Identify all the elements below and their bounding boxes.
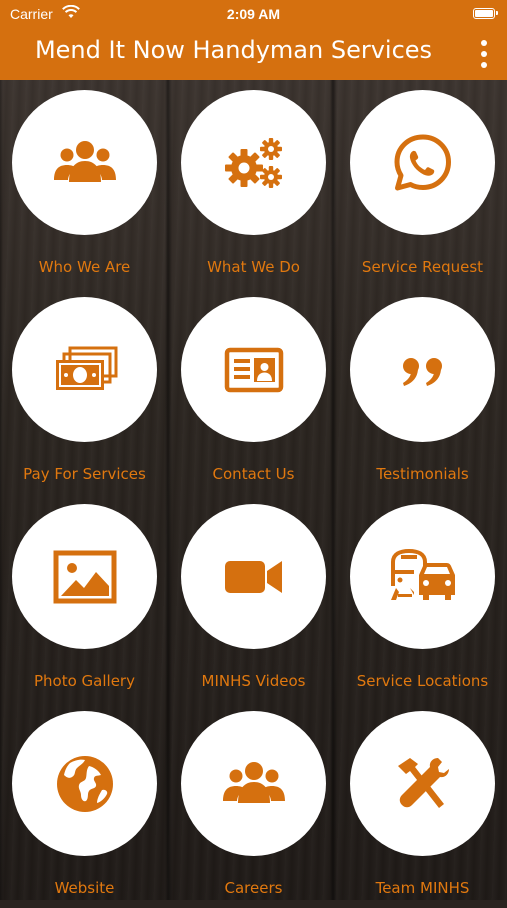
vehicles-icon xyxy=(390,548,455,600)
menu-label: What We Do xyxy=(207,258,300,276)
menu-circle[interactable] xyxy=(12,90,157,235)
people-group-icon xyxy=(222,761,285,803)
money-icon xyxy=(55,346,117,390)
menu-item-photo-gallery[interactable]: Photo Gallery xyxy=(0,494,169,701)
menu-circle[interactable] xyxy=(12,711,157,856)
menu-circle[interactable] xyxy=(12,504,157,649)
app-header: Carrier 2:09 AM Mend It Now Handyman Ser… xyxy=(0,0,507,80)
menu-item-pay-for-services[interactable]: Pay For Services xyxy=(0,287,169,494)
menu-circle[interactable] xyxy=(350,504,495,649)
menu-label: Contact Us xyxy=(212,465,295,483)
menu-circle[interactable] xyxy=(181,504,326,649)
menu-item-website[interactable]: Website xyxy=(0,701,169,908)
menu-grid: Who We Are What We Do Service Request Pa… xyxy=(0,80,507,900)
menu-label: Pay For Services xyxy=(23,465,146,483)
image-icon xyxy=(53,550,116,603)
menu-item-service-locations[interactable]: Service Locations xyxy=(338,494,507,701)
clock: 2:09 AM xyxy=(226,6,281,22)
menu-item-contact-us[interactable]: Contact Us xyxy=(169,287,338,494)
battery-icon xyxy=(473,8,498,19)
menu-circle[interactable] xyxy=(181,297,326,442)
menu-label: Who We Are xyxy=(38,258,131,276)
menu-circle[interactable] xyxy=(181,711,326,856)
menu-label: Service Locations xyxy=(356,672,489,690)
menu-label: Team MINHS xyxy=(375,879,470,897)
contact-card-icon xyxy=(224,347,283,392)
menu-circle[interactable] xyxy=(350,90,495,235)
menu-label: Website xyxy=(54,879,115,897)
status-bar: Carrier 2:09 AM xyxy=(0,4,507,24)
people-group-icon xyxy=(53,140,116,182)
menu-item-who-we-are[interactable]: Who We Are xyxy=(0,80,169,287)
more-vertical-icon[interactable] xyxy=(477,40,491,68)
menu-item-testimonials[interactable]: Testimonials xyxy=(338,287,507,494)
menu-item-service-request[interactable]: Service Request xyxy=(338,80,507,287)
menu-label: Testimonials xyxy=(376,465,469,483)
video-camera-icon xyxy=(224,560,282,593)
menu-label: Service Request xyxy=(361,258,484,276)
menu-item-minhs-videos[interactable]: MINHS Videos xyxy=(169,494,338,701)
menu-label: Careers xyxy=(224,879,283,897)
tools-icon xyxy=(397,757,449,808)
whatsapp-icon xyxy=(394,134,451,190)
menu-item-careers[interactable]: Careers xyxy=(169,701,338,908)
menu-circle[interactable] xyxy=(181,90,326,235)
menu-label: Photo Gallery xyxy=(34,672,135,690)
gears-icon xyxy=(224,137,282,188)
page-title: Mend It Now Handyman Services xyxy=(34,36,433,64)
menu-circle[interactable] xyxy=(350,711,495,856)
menu-item-team-minhs[interactable]: Team MINHS xyxy=(338,701,507,908)
menu-circle[interactable] xyxy=(350,297,495,442)
quote-icon xyxy=(402,357,442,386)
menu-item-what-we-do[interactable]: What We Do xyxy=(169,80,338,287)
menu-label: MINHS Videos xyxy=(201,672,306,690)
menu-circle[interactable] xyxy=(12,297,157,442)
globe-icon xyxy=(56,755,113,812)
